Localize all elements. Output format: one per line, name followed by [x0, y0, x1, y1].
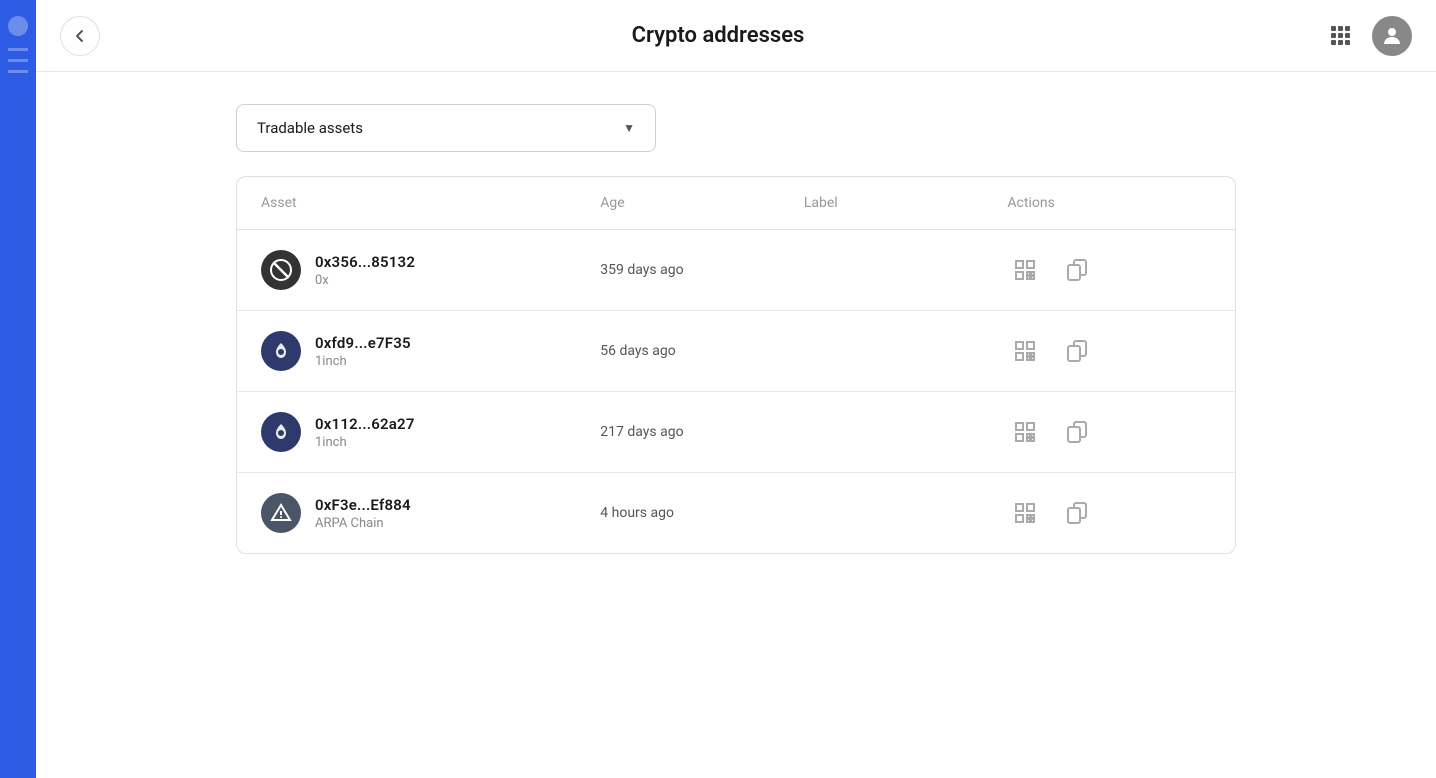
asset-cell: 0xF3e...Ef884 ARPA Chain — [261, 493, 600, 533]
header: Crypto addresses — [36, 0, 1436, 72]
asset-address: 0xF3e...Ef884 — [315, 496, 411, 514]
asset-address: 0x112...62a27 — [315, 415, 415, 433]
copy-button[interactable] — [1059, 414, 1095, 450]
sidebar-indicator — [8, 16, 28, 36]
asset-icon-0x — [261, 250, 301, 290]
asset-info: 0x112...62a27 1inch — [315, 415, 415, 450]
age-cell: 217 days ago — [600, 424, 804, 440]
filter-container: Tradable assets ▼ — [236, 104, 1236, 152]
table-row: 0x112...62a27 1inch 217 days ago — [237, 392, 1235, 473]
age-cell: 4 hours ago — [600, 505, 804, 521]
avatar[interactable] — [1372, 16, 1412, 56]
column-header-age: Age — [600, 195, 804, 211]
age-cell: 56 days ago — [600, 343, 804, 359]
actions-cell — [1007, 495, 1211, 531]
table-row: 0xfd9...e7F35 1inch 56 days ago — [237, 311, 1235, 392]
grid-icon — [1331, 26, 1350, 45]
copy-button[interactable] — [1059, 333, 1095, 369]
asset-info: 0xF3e...Ef884 ARPA Chain — [315, 496, 411, 531]
qr-code-button[interactable] — [1007, 252, 1043, 288]
asset-address: 0x356...85132 — [315, 253, 415, 271]
qr-code-button[interactable] — [1007, 495, 1043, 531]
header-right — [1320, 16, 1412, 56]
qr-code-button[interactable] — [1007, 333, 1043, 369]
asset-type: ARPA Chain — [315, 516, 411, 531]
qr-code-button[interactable] — [1007, 414, 1043, 450]
content-area: Tradable assets ▼ Asset Age Label Action… — [36, 72, 1436, 778]
sidebar-indicator-2 — [8, 48, 28, 51]
actions-cell — [1007, 252, 1211, 288]
asset-cell: 0x356...85132 0x — [261, 250, 600, 290]
header-left — [60, 16, 100, 56]
sidebar-indicator-4 — [8, 70, 28, 73]
asset-icon-1inch — [261, 331, 301, 371]
chevron-down-icon: ▼ — [623, 121, 635, 135]
asset-icon-1inch-2 — [261, 412, 301, 452]
column-header-label: Label — [804, 195, 1008, 211]
asset-address: 0xfd9...e7F35 — [315, 334, 411, 352]
main-container: Crypto addresses Tradable assets — [36, 0, 1436, 778]
table-row: 0xF3e...Ef884 ARPA Chain 4 hours ago — [237, 473, 1235, 553]
crypto-addresses-table: Asset Age Label Actions 0x356...85132 — [236, 176, 1236, 554]
asset-info: 0x356...85132 0x — [315, 253, 415, 288]
actions-cell — [1007, 414, 1211, 450]
asset-cell: 0xfd9...e7F35 1inch — [261, 331, 600, 371]
back-button[interactable] — [60, 16, 100, 56]
asset-info: 0xfd9...e7F35 1inch — [315, 334, 411, 369]
asset-cell: 0x112...62a27 1inch — [261, 412, 600, 452]
table-row: 0x356...85132 0x 359 days ago — [237, 230, 1235, 311]
copy-button[interactable] — [1059, 495, 1095, 531]
asset-type: 1inch — [315, 354, 411, 369]
column-header-actions: Actions — [1007, 195, 1211, 211]
apps-icon-button[interactable] — [1320, 16, 1360, 56]
actions-cell — [1007, 333, 1211, 369]
copy-button[interactable] — [1059, 252, 1095, 288]
filter-label: Tradable assets — [257, 119, 363, 137]
sidebar-indicator-3 — [8, 59, 28, 62]
asset-icon-arpa — [261, 493, 301, 533]
asset-type: 1inch — [315, 435, 415, 450]
tradable-assets-dropdown[interactable]: Tradable assets ▼ — [236, 104, 656, 152]
column-header-asset: Asset — [261, 195, 600, 211]
table-header: Asset Age Label Actions — [237, 177, 1235, 230]
asset-type: 0x — [315, 273, 415, 288]
age-cell: 359 days ago — [600, 262, 804, 278]
sidebar — [0, 0, 36, 778]
page-title: Crypto addresses — [632, 23, 805, 48]
